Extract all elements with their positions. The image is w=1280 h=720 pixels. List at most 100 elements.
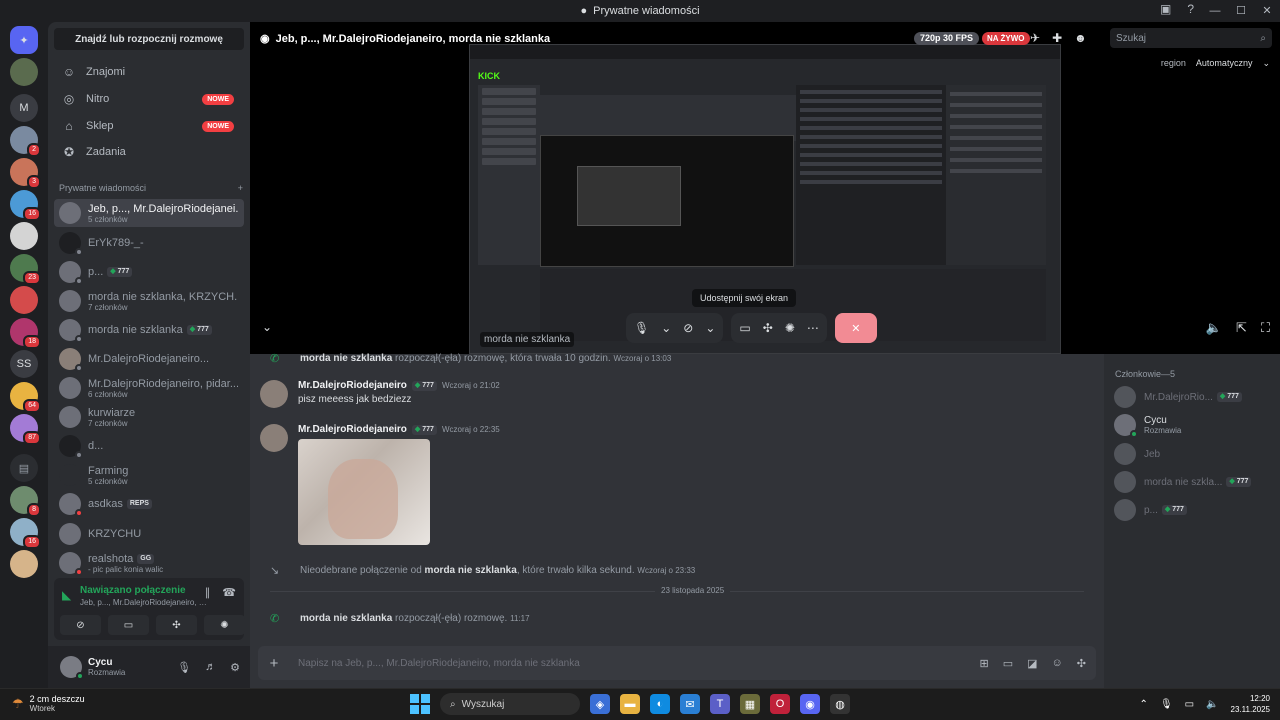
dm-item[interactable]: Farming 5 członków: [54, 461, 244, 489]
signal-icon[interactable]: ◣: [62, 588, 71, 602]
start-button[interactable]: [410, 694, 430, 714]
server-icon[interactable]: 3: [10, 158, 41, 189]
image-attachment[interactable]: [298, 439, 430, 545]
server-icon[interactable]: [10, 58, 38, 86]
disconnect-button[interactable]: ✕: [834, 313, 877, 343]
attach-button[interactable]: +: [258, 655, 290, 672]
microphone-icon[interactable]: 🎙: [634, 321, 649, 335]
edge-icon[interactable]: ◐: [650, 694, 670, 714]
server-icon[interactable]: 2: [10, 126, 41, 157]
sticker-icon[interactable]: ◪: [1027, 657, 1037, 670]
direct-messages-button[interactable]: ✦: [10, 26, 38, 54]
message-composer[interactable]: + Napisz na Jeb, p..., Mr.DalejroRiodeja…: [258, 646, 1096, 680]
server-icon[interactable]: [10, 286, 38, 314]
member-item[interactable]: p... ◆ 777: [1114, 499, 1187, 521]
members-icon[interactable]: ☻: [1074, 31, 1087, 45]
taskbar-search[interactable]: ⌕ Wyszukaj: [440, 693, 580, 715]
close-button[interactable]: ✕: [1254, 0, 1280, 22]
pin-icon[interactable]: ✈: [1030, 31, 1040, 45]
add-friend-icon[interactable]: ✚: [1052, 31, 1062, 45]
headphones-icon[interactable]: ♬: [205, 661, 216, 674]
activities-icon[interactable]: ✣: [763, 321, 773, 335]
volume-icon[interactable]: 🔈: [1206, 699, 1218, 710]
dm-item[interactable]: ErYk789-_-: [54, 229, 244, 257]
region-selector[interactable]: region Automatyczny ⌄: [1161, 58, 1270, 69]
minecraft-icon[interactable]: ▦: [740, 694, 760, 714]
chevron-down-icon[interactable]: ⌄: [661, 321, 671, 335]
dm-item[interactable]: d...: [54, 432, 244, 460]
find-conversation-button[interactable]: Znajdź lub rozpocznij rozmowę: [54, 28, 244, 50]
server-icon[interactable]: SS: [10, 350, 38, 378]
dm-item[interactable]: morda nie szklanka, KRZYCH... 7 członków: [54, 287, 244, 315]
clock[interactable]: 12:20 23.11.2025: [1231, 693, 1270, 715]
weather-widget[interactable]: ☂ 2 cm deszczu Wtorek: [12, 694, 85, 713]
gif-icon[interactable]: ▭: [1003, 657, 1013, 670]
server-icon[interactable]: 18: [10, 318, 41, 349]
search-input[interactable]: Szukaj ⌕: [1110, 28, 1272, 48]
microphone-icon[interactable]: 🎙: [177, 661, 191, 674]
help-icon[interactable]: ?: [1187, 2, 1194, 16]
microphone-icon[interactable]: 🎙: [1160, 699, 1173, 710]
soundboard-icon[interactable]: ∥: [205, 586, 211, 599]
dm-item[interactable]: Mr.DalejroRiodejaneiro, pidar... 6 członk…: [54, 374, 244, 402]
member-item[interactable]: Jeb: [1114, 443, 1160, 465]
dm-item[interactable]: p... ◆ 777: [54, 258, 244, 286]
file-explorer-icon[interactable]: ▬: [620, 694, 640, 714]
chevron-down-icon[interactable]: ⌄: [262, 320, 272, 334]
member-item[interactable]: Cycu Rozmawia: [1114, 414, 1181, 438]
popout-icon[interactable]: ⇱: [1236, 320, 1247, 336]
apps-icon[interactable]: ✣: [1077, 657, 1086, 670]
soundboard-button[interactable]: ✺: [204, 615, 245, 635]
soundboard-icon[interactable]: ✺: [785, 321, 795, 335]
volume-icon[interactable]: 🔈: [1206, 320, 1222, 336]
server-icon[interactable]: 8: [10, 486, 41, 517]
chevron-down-icon[interactable]: ⌄: [705, 321, 715, 335]
add-dm-button[interactable]: +: [238, 183, 243, 193]
minimize-button[interactable]: —: [1202, 0, 1228, 22]
dm-item[interactable]: kurwiarze 7 członków: [54, 403, 244, 431]
server-icon[interactable]: 16: [10, 190, 41, 221]
member-item[interactable]: morda nie szkla... ◆ 777: [1114, 471, 1252, 493]
copilot-icon[interactable]: ◈: [590, 694, 610, 714]
discord-icon[interactable]: ◉: [800, 694, 820, 714]
server-icon[interactable]: 64: [10, 382, 41, 413]
dm-item[interactable]: Jeb, p..., Mr.DalejroRiodejanei... 5 czło…: [54, 199, 244, 227]
disconnect-icon[interactable]: ☎: [222, 586, 236, 599]
mail-icon[interactable]: ✉: [680, 694, 700, 714]
gift-icon[interactable]: ⊞: [980, 657, 989, 670]
inbox-icon[interactable]: ▣: [1160, 2, 1171, 16]
chevron-up-icon[interactable]: ⌃: [1140, 699, 1148, 710]
server-icon[interactable]: 23: [10, 254, 41, 285]
nav-nitro[interactable]: ◎ Nitro NOWE: [54, 86, 244, 112]
folder-icon[interactable]: ▤: [10, 454, 38, 482]
settings-icon[interactable]: ⚙: [230, 661, 240, 674]
dm-item[interactable]: Mr.DalejroRiodejaneiro...: [54, 345, 244, 373]
server-icon[interactable]: 16: [10, 518, 41, 549]
nav-quests[interactable]: ✪ Zadania: [54, 139, 244, 165]
more-icon[interactable]: ⋯: [807, 321, 819, 335]
server-icon[interactable]: [10, 550, 38, 578]
screen-share-button[interactable]: ▭: [108, 615, 149, 635]
camera-toggle-button[interactable]: ⊘: [60, 615, 101, 635]
teams-icon[interactable]: T: [710, 694, 730, 714]
dm-item[interactable]: asdkas REPS: [54, 490, 244, 518]
screen-share-icon[interactable]: ▭: [739, 321, 750, 335]
activities-button[interactable]: ✣: [156, 615, 197, 635]
camera-off-icon[interactable]: ⊘: [683, 321, 693, 335]
nav-shop[interactable]: ⌂ Sklep NOWE: [54, 113, 244, 139]
member-item[interactable]: Mr.DalejroRio... ◆ 777: [1114, 386, 1242, 408]
server-icon[interactable]: 87: [10, 414, 41, 445]
network-icon[interactable]: ▭: [1185, 699, 1194, 710]
dm-item[interactable]: realshota GG - pic palic konia walic: [54, 549, 244, 577]
emoji-icon[interactable]: ☺: [1052, 657, 1063, 670]
avatar[interactable]: [260, 424, 288, 452]
avatar[interactable]: [60, 656, 84, 680]
shared-screen[interactable]: KICK: [469, 44, 1061, 354]
dm-item[interactable]: KRZYCHU: [54, 520, 244, 548]
maximize-button[interactable]: ☐: [1228, 0, 1254, 22]
avatar[interactable]: [260, 380, 288, 408]
steam-icon[interactable]: ◍: [830, 694, 850, 714]
dm-item[interactable]: morda nie szklanka ◆ 777: [54, 316, 244, 344]
server-icon[interactable]: M: [10, 94, 38, 122]
opera-icon[interactable]: O: [770, 694, 790, 714]
